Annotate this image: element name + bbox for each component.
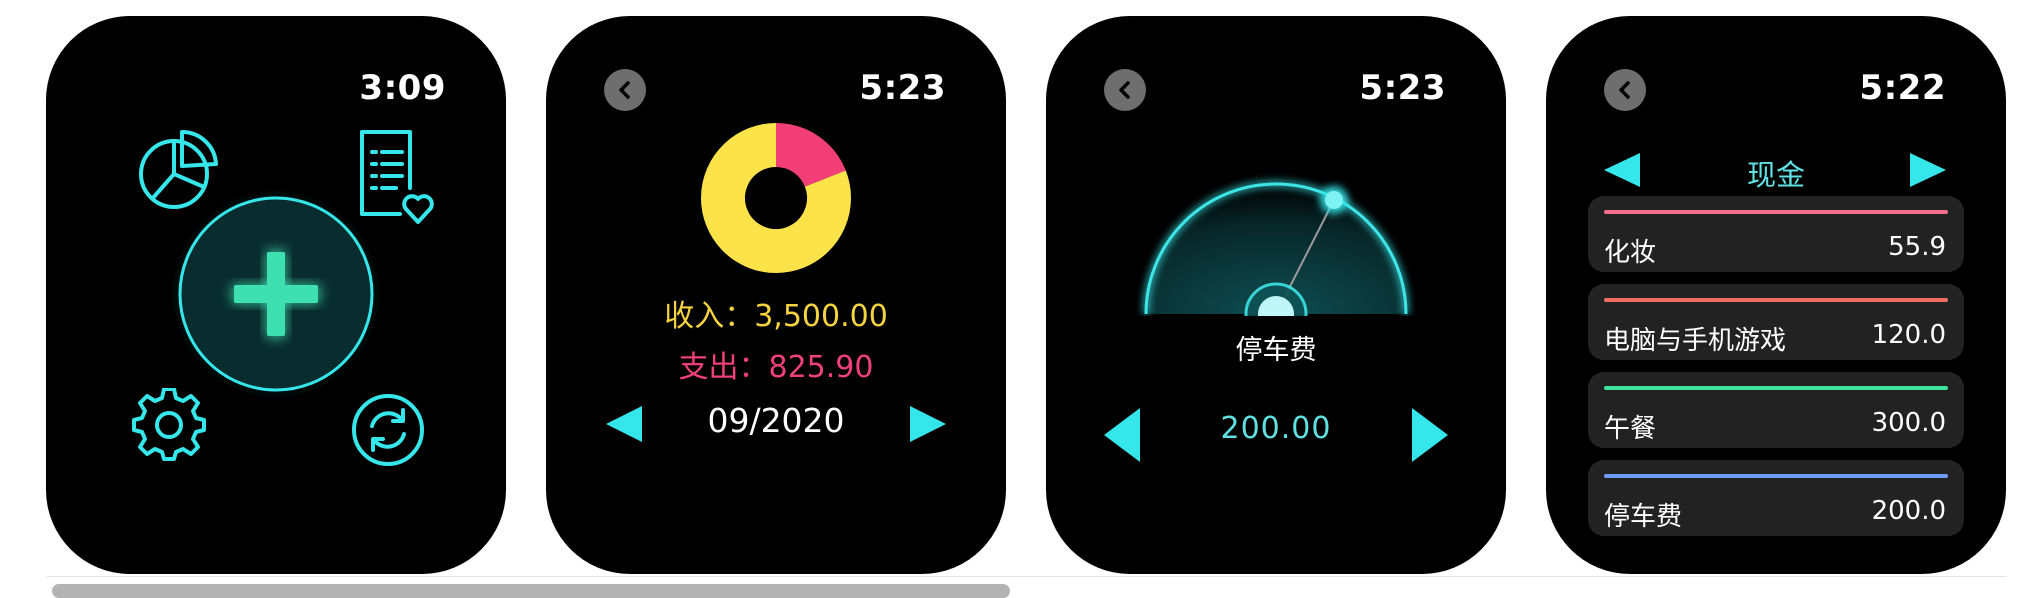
sync-icon[interactable] [350,392,426,468]
back-button[interactable] [1604,69,1646,111]
item-value: 120.0 [1871,320,1946,350]
clock-time: 5:22 [1859,68,1946,108]
list-item[interactable]: 午餐 300.0 [1588,372,1964,448]
prev-account-button[interactable] [1602,152,1642,188]
prev-arrow-icon [606,406,642,442]
watch-screen-summary: 5:23 收入：3,500.00 支出：825.90 09/2020 [546,16,1006,574]
gear-icon[interactable] [132,388,206,462]
expense-text: 支出：825.90 [678,350,874,385]
income-text: 收入：3,500.00 [664,299,888,334]
horizontal-scroll-track [46,576,2006,577]
item-value: 55.9 [1888,232,1946,262]
next-arrow-icon [1910,153,1946,187]
item-name: 停车费 [1604,502,1683,532]
increase-button[interactable] [1408,406,1450,464]
back-chevron-icon [1619,81,1630,99]
item-name: 电脑与手机游戏 [1604,326,1787,356]
category-color-bar [1604,298,1948,302]
watch-screen-account-list: 5:22 现金 化妆 55.9 电脑与手机游戏 120.0 午餐 300.0 停… [1546,16,2006,574]
prev-arrow-icon [1104,408,1140,462]
item-value: 300.0 [1871,408,1946,438]
clock-time: 5:23 [1359,68,1446,108]
category-color-bar [1604,474,1948,478]
horizontal-scrollbar-thumb[interactable] [52,584,1010,598]
back-button[interactable] [1104,69,1146,111]
back-button[interactable] [604,69,646,111]
next-month-button[interactable] [908,404,948,444]
screenshot-strip: 3:09 5:23 收入：3,500.00 支出：825.90 09/2020 … [0,0,2032,598]
back-chevron-icon [619,81,630,99]
category-label: 停车费 [1235,335,1317,366]
decrease-button[interactable] [1102,406,1144,464]
list-item[interactable]: 电脑与手机游戏 120.0 [1588,284,1964,360]
prev-arrow-icon [1604,153,1640,187]
list-item[interactable]: 停车费 200.0 [1588,460,1964,536]
item-name: 午餐 [1604,414,1657,444]
add-transaction-button[interactable] [166,184,386,404]
prev-month-button[interactable] [604,404,644,444]
item-name: 化妆 [1604,238,1657,268]
clock-time: 5:23 [859,68,946,108]
account-title: 现金 [1746,158,1805,192]
item-value: 200.0 [1871,496,1946,526]
category-color-bar [1604,210,1948,214]
back-chevron-icon [1119,81,1130,99]
next-arrow-icon [910,406,946,442]
clock-time: 3:09 [359,68,446,108]
next-account-button[interactable] [1908,152,1948,188]
category-color-bar [1604,386,1948,390]
watch-screen-home: 3:09 [46,16,506,574]
watch-screen-amount-entry: 5:23 停车费 200.00 [1046,16,1506,574]
list-item[interactable]: 化妆 55.9 [1588,196,1964,272]
amount-dial[interactable] [1136,166,1416,316]
income-expense-donut [701,123,851,273]
month-label: 09/2020 [707,401,845,440]
next-arrow-icon [1412,408,1448,462]
amount-value: 200.00 [1220,411,1332,446]
